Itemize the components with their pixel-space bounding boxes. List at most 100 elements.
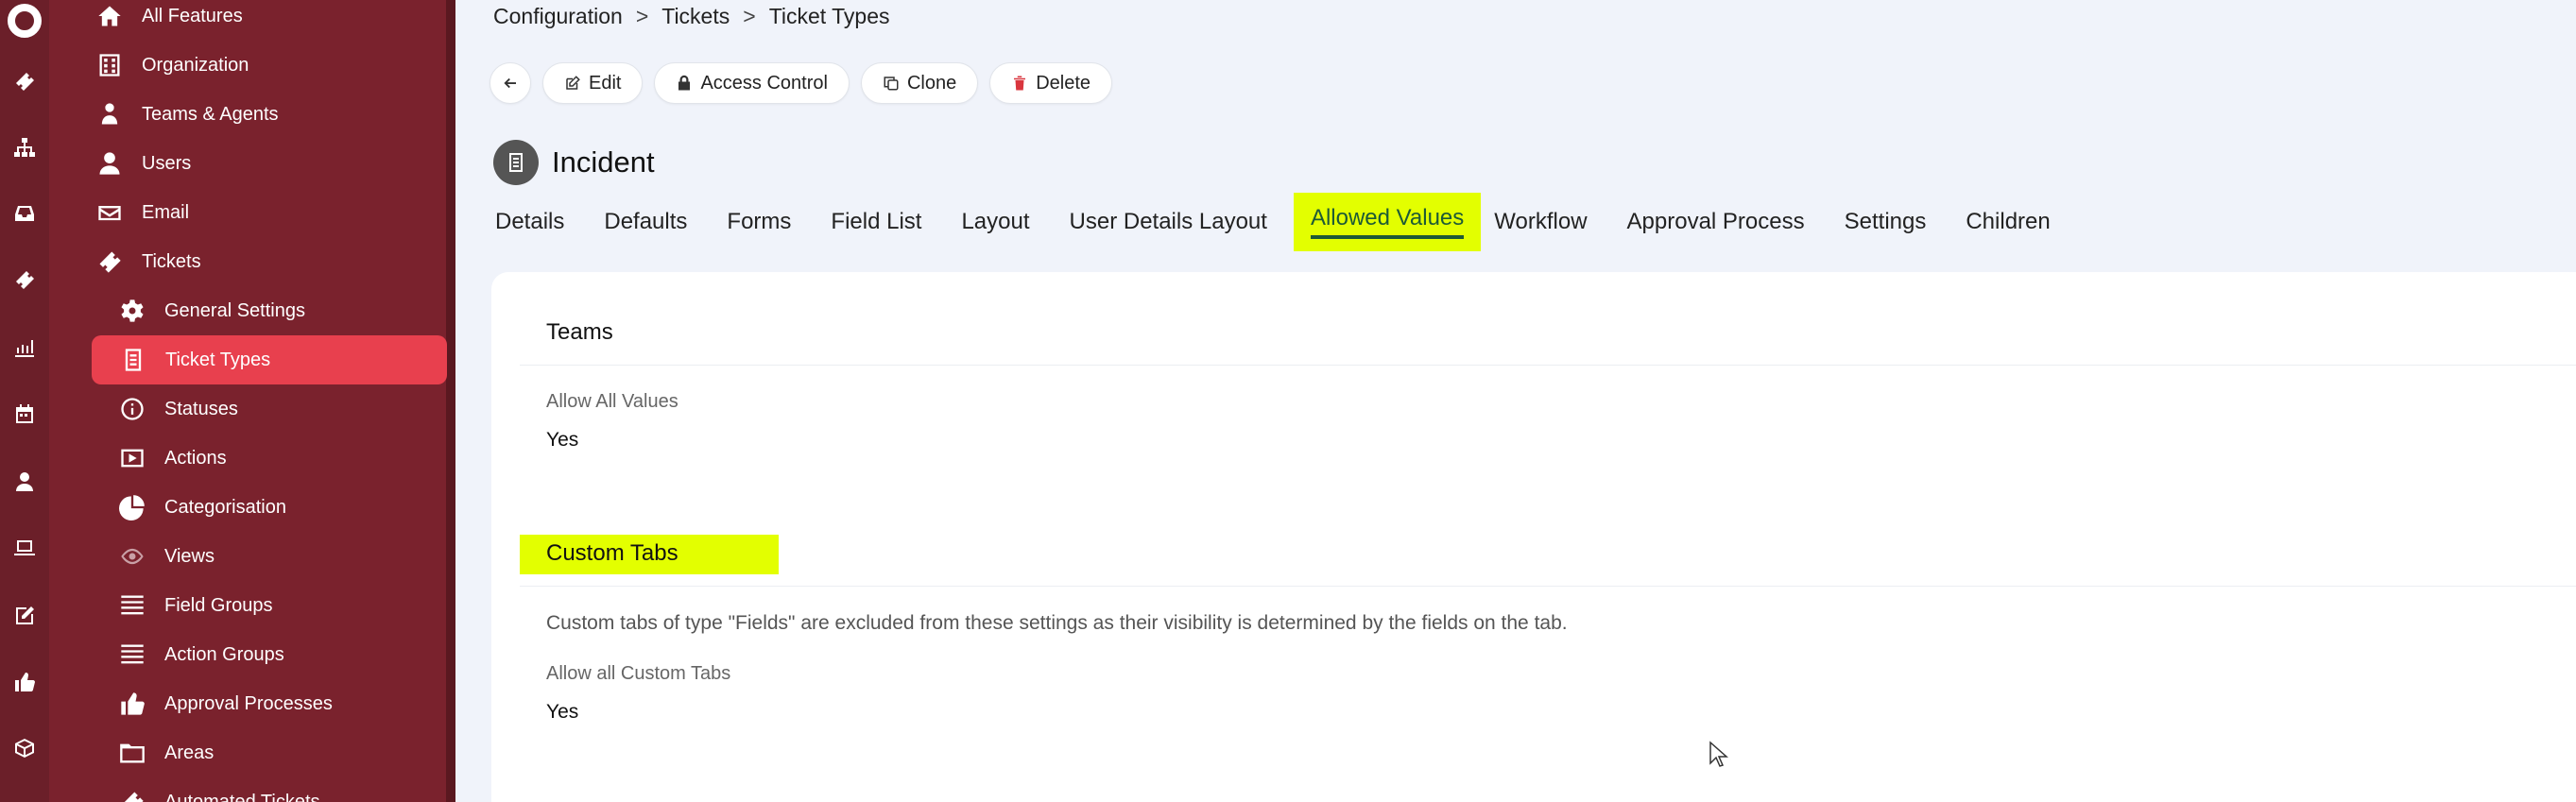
nav-item-label: Views	[164, 545, 215, 567]
box-rail-icon[interactable]	[13, 737, 36, 759]
clone-icon	[884, 77, 899, 91]
nav-item-label: Approval Processes	[164, 692, 333, 714]
tab-label: Field List	[831, 209, 922, 234]
document-icon	[509, 153, 523, 172]
sidebar-scrollbar[interactable]	[446, 0, 455, 802]
allow-all-custom-tabs-label: Allow all Custom Tabs	[546, 663, 731, 684]
tab-approval-process[interactable]: Approval Process	[1622, 193, 1811, 251]
tab-label: Details	[495, 209, 565, 234]
tab-details[interactable]: Details	[489, 193, 570, 251]
nav-item-general-settings[interactable]: General Settings	[119, 289, 305, 333]
nav-item-label: Field Groups	[164, 594, 273, 616]
lock-icon	[678, 75, 691, 91]
tab-layout[interactable]: Layout	[955, 193, 1035, 251]
ticket-rail-icon-2[interactable]	[13, 268, 36, 291]
tab-label: Layout	[961, 209, 1030, 234]
list-icon	[121, 644, 144, 664]
delete-label: Delete	[1036, 72, 1091, 94]
nav-item-views[interactable]: Views	[119, 535, 215, 578]
tab-label: Defaults	[604, 209, 688, 234]
nav-item-automated-tickets[interactable]: Automated Tickets	[119, 780, 320, 802]
breadcrumb-tickets[interactable]: Tickets	[661, 4, 730, 29]
calendar-rail-icon[interactable]	[13, 402, 36, 425]
ticket-rail-icon[interactable]	[13, 70, 36, 93]
tab-label: Workflow	[1494, 209, 1588, 234]
nav-item-categorisation[interactable]: Categorisation	[119, 486, 286, 529]
clone-button[interactable]: Clone	[860, 62, 979, 104]
nav-item-action-groups[interactable]: Action Groups	[119, 633, 284, 676]
ticket-type-badge	[493, 140, 539, 185]
nav-item-areas[interactable]: Areas	[119, 731, 214, 775]
allowed-values-card: Teams Allow All Values Yes Custom Tabs C…	[491, 272, 2576, 802]
nav-item-label: Ticket Types	[165, 349, 271, 370]
inbox-rail-icon[interactable]	[13, 202, 36, 225]
nav-item-label: Automated Tickets	[164, 791, 320, 802]
allow-all-values-label: Allow All Values	[546, 391, 678, 412]
nav-item-label: Statuses	[164, 398, 238, 419]
trash-icon	[1014, 76, 1026, 91]
nav-item-ticket-types[interactable]: Ticket Types	[92, 335, 447, 384]
sidebar-nav: All Features Organization Teams & Agents…	[49, 0, 455, 802]
teams-section-title: Teams	[546, 319, 613, 345]
nav-item-users[interactable]: Users	[96, 142, 191, 185]
icon-rail	[0, 0, 49, 802]
nav-item-approval-processes[interactable]: Approval Processes	[119, 682, 333, 725]
nav-item-label: Areas	[164, 742, 215, 763]
play-icon	[121, 449, 144, 468]
hierarchy-rail-icon[interactable]	[13, 136, 36, 159]
back-button[interactable]	[489, 62, 531, 104]
breadcrumb-separator: >	[743, 4, 756, 28]
edit-rail-icon[interactable]	[13, 605, 36, 627]
nav-item-label: Users	[142, 152, 192, 174]
allow-all-custom-tabs-value: Yes	[546, 701, 579, 723]
nav-item-email[interactable]: Email	[96, 191, 189, 234]
mouse-cursor-icon	[1709, 741, 1728, 767]
laptop-rail-icon[interactable]	[13, 537, 36, 559]
nav-item-label: Categorisation	[164, 496, 286, 518]
nav-item-label: Actions	[164, 447, 227, 469]
tab-children[interactable]: Children	[1960, 193, 2055, 251]
tab-label: Children	[1966, 209, 2051, 234]
nav-item-statuses[interactable]: Statuses	[119, 387, 238, 431]
access-control-label: Access Control	[700, 72, 828, 94]
delete-button[interactable]: Delete	[989, 62, 1113, 104]
main-content: Configuration > Tickets > Ticket Types E…	[455, 0, 2576, 802]
tab-field-list[interactable]: Field List	[825, 193, 927, 251]
logo-icon[interactable]	[8, 4, 42, 38]
tab-workflow[interactable]: Workflow	[1488, 193, 1592, 251]
nav-item-all-features[interactable]: All Features	[96, 0, 243, 38]
edit-label: Edit	[589, 72, 622, 94]
tab-label: Settings	[1844, 209, 1927, 234]
thumbs-up-rail-icon[interactable]	[13, 671, 36, 693]
email-icon	[98, 206, 121, 221]
folder-icon	[120, 743, 145, 763]
access-control-button[interactable]: Access Control	[654, 62, 850, 104]
user-rail-icon[interactable]	[13, 470, 36, 493]
home-icon	[98, 6, 121, 26]
allow-all-values-value: Yes	[546, 429, 579, 451]
gear-icon	[121, 299, 144, 322]
nav-item-actions[interactable]: Actions	[119, 436, 227, 480]
thumbs-up-icon	[121, 692, 145, 715]
nav-item-label: Organization	[142, 54, 249, 76]
nav-item-teams-agents[interactable]: Teams & Agents	[96, 93, 279, 136]
tab-allowed-values[interactable]: Allowed Values	[1293, 193, 1482, 251]
nav-item-label: Action Groups	[164, 643, 284, 665]
breadcrumb-ticket-types[interactable]: Ticket Types	[769, 4, 890, 29]
tab-settings[interactable]: Settings	[1839, 193, 1932, 251]
automation-icon	[124, 792, 144, 802]
nav-item-organization[interactable]: Organization	[96, 43, 249, 87]
clone-label: Clone	[906, 72, 957, 94]
divider	[520, 365, 2576, 366]
nav-item-tickets[interactable]: Tickets	[96, 240, 201, 283]
team-icon	[101, 103, 118, 125]
tab-defaults[interactable]: Defaults	[598, 193, 693, 251]
info-icon	[121, 398, 144, 420]
breadcrumb-configuration[interactable]: Configuration	[493, 4, 623, 29]
chart-rail-icon[interactable]	[13, 336, 36, 359]
tab-forms[interactable]: Forms	[721, 193, 797, 251]
edit-button[interactable]: Edit	[542, 62, 644, 104]
nav-item-field-groups[interactable]: Field Groups	[119, 584, 273, 627]
tab-bar: Details Defaults Forms Field List Layout…	[489, 193, 2085, 251]
tab-user-details-layout[interactable]: User Details Layout	[1064, 193, 1273, 251]
